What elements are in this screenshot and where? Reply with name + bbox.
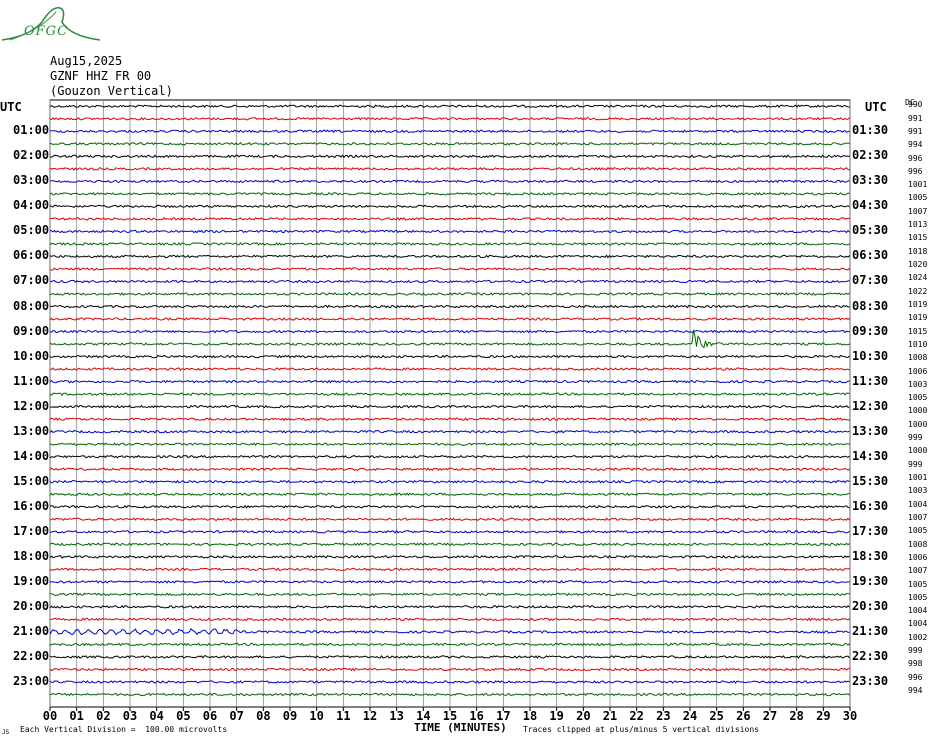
helicorder-plot	[49, 99, 851, 711]
scale-note: Each Vertical Division = 100.00 microvol…	[20, 725, 228, 734]
corner-mark: JS	[2, 729, 10, 736]
x-axis-title: TIME (MINUTES)	[414, 721, 507, 734]
clip-note: Traces clipped at plus/minus 5 vertical …	[523, 725, 760, 734]
